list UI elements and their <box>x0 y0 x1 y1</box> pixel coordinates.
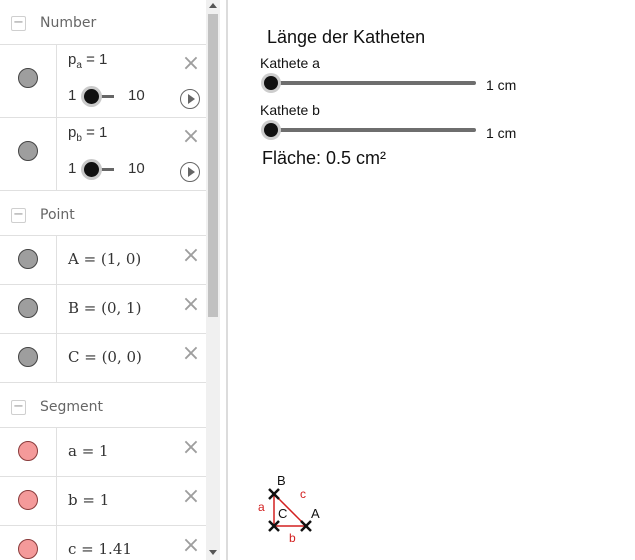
scroll-up-icon[interactable] <box>209 3 217 8</box>
visibility-marble-icon[interactable] <box>18 141 38 161</box>
algebra-row-pa[interactable]: pa = 1 × 1 10 <box>0 45 206 118</box>
graphics-title: Länge der Katheten <box>267 27 426 47</box>
group-header-number[interactable]: − Number <box>0 0 206 45</box>
visibility-marble-icon[interactable] <box>18 347 38 367</box>
triangle-construction[interactable]: B C A a b c <box>248 460 338 550</box>
scroll-thumb[interactable] <box>208 14 218 317</box>
segment-formula[interactable]: b = 1 <box>68 491 109 509</box>
slider-min: 1 <box>68 160 77 177</box>
number-expr: = 1 <box>81 51 108 68</box>
delete-icon[interactable]: × <box>181 53 201 75</box>
segment-a-label: a <box>258 500 265 514</box>
slider-label-kathete-b: Kathete b <box>260 102 320 118</box>
group-label-number: Number <box>40 15 97 31</box>
algebra-scrollbar[interactable] <box>206 0 220 560</box>
slider-value-kathete-b: 1 cm <box>486 125 517 141</box>
group-label-segment: Segment <box>40 399 103 415</box>
algebra-row-segment-c[interactable]: c = 1.41 × <box>0 526 206 560</box>
point-formula[interactable]: B = (0, 1) <box>68 299 141 317</box>
delete-icon[interactable]: × <box>181 437 201 459</box>
slider-label-kathete-a: Kathete a <box>260 55 320 71</box>
segment-b-label: b <box>289 531 296 545</box>
play-animation-icon[interactable] <box>180 162 200 182</box>
visibility-marble-icon[interactable] <box>18 441 38 461</box>
delete-icon[interactable]: × <box>181 294 201 316</box>
slider-max: 10 <box>128 160 145 177</box>
point-a-label: A <box>311 506 320 521</box>
graphics-view[interactable]: Länge der Katheten Kathete a 1 cm Kathet… <box>228 0 635 560</box>
algebra-view: − Number pa = 1 × 1 10 pb = 1 × 1 10 − P… <box>0 0 220 560</box>
algebra-row-segment-b[interactable]: b = 1 × <box>0 477 206 526</box>
slider-knob[interactable] <box>84 89 99 104</box>
slider-track[interactable] <box>264 128 476 132</box>
marble-cell <box>0 118 57 190</box>
segment-formula[interactable]: a = 1 <box>68 442 109 460</box>
marble-cell <box>0 526 57 560</box>
point-b-label: B <box>277 473 286 488</box>
visibility-marble-icon[interactable] <box>18 249 38 269</box>
segment-c-label: c <box>300 487 306 501</box>
slider-knob[interactable] <box>264 76 278 90</box>
slider-track[interactable] <box>264 81 476 85</box>
number-expr: = 1 <box>81 124 108 141</box>
collapse-number-icon[interactable]: − <box>11 16 26 31</box>
marble-cell <box>0 236 57 284</box>
group-header-point[interactable]: − Point <box>0 191 206 236</box>
point-c-label: C <box>278 506 287 521</box>
delete-icon[interactable]: × <box>181 535 201 557</box>
slider-value-kathete-a: 1 cm <box>486 77 517 93</box>
slider-max: 10 <box>128 87 145 104</box>
point-formula[interactable]: A = (1, 0) <box>68 250 141 268</box>
scroll-down-icon[interactable] <box>209 550 217 555</box>
visibility-marble-icon[interactable] <box>18 68 38 88</box>
slider-kathete-a[interactable] <box>264 75 476 91</box>
mini-slider-pa[interactable]: 1 10 <box>66 87 156 107</box>
area-text: Fläche: 0.5 cm² <box>262 148 387 168</box>
slider-kathete-b[interactable] <box>264 122 476 138</box>
marble-cell <box>0 45 57 117</box>
algebra-row-point-b[interactable]: B = (0, 1) × <box>0 285 206 334</box>
delete-icon[interactable]: × <box>181 245 201 267</box>
algebra-row-segment-a[interactable]: a = 1 × <box>0 428 206 477</box>
visibility-marble-icon[interactable] <box>18 298 38 318</box>
delete-icon[interactable]: × <box>181 343 201 365</box>
delete-icon[interactable]: × <box>181 126 201 148</box>
point-formula[interactable]: C = (0, 0) <box>68 348 142 366</box>
number-formula-pb[interactable]: pb = 1 <box>68 124 107 144</box>
number-formula-pa[interactable]: pa = 1 <box>68 51 107 71</box>
algebra-row-point-c[interactable]: C = (0, 0) × <box>0 334 206 383</box>
marble-cell <box>0 477 57 525</box>
marble-cell <box>0 285 57 333</box>
marble-cell <box>0 334 57 382</box>
algebra-row-point-a[interactable]: A = (1, 0) × <box>0 236 206 285</box>
slider-knob[interactable] <box>84 162 99 177</box>
collapse-point-icon[interactable]: − <box>11 208 26 223</box>
visibility-marble-icon[interactable] <box>18 490 38 510</box>
slider-knob[interactable] <box>264 123 278 137</box>
marble-cell <box>0 428 57 476</box>
algebra-list: − Number pa = 1 × 1 10 pb = 1 × 1 10 − P… <box>0 0 206 560</box>
segment-formula[interactable]: c = 1.41 <box>68 540 132 558</box>
group-header-segment[interactable]: − Segment <box>0 383 206 428</box>
algebra-row-pb[interactable]: pb = 1 × 1 10 <box>0 118 206 191</box>
group-label-point: Point <box>40 207 75 223</box>
collapse-segment-icon[interactable]: − <box>11 400 26 415</box>
delete-icon[interactable]: × <box>181 486 201 508</box>
mini-slider-pb[interactable]: 1 10 <box>66 160 156 180</box>
visibility-marble-icon[interactable] <box>18 539 38 559</box>
slider-min: 1 <box>68 87 77 104</box>
play-animation-icon[interactable] <box>180 89 200 109</box>
